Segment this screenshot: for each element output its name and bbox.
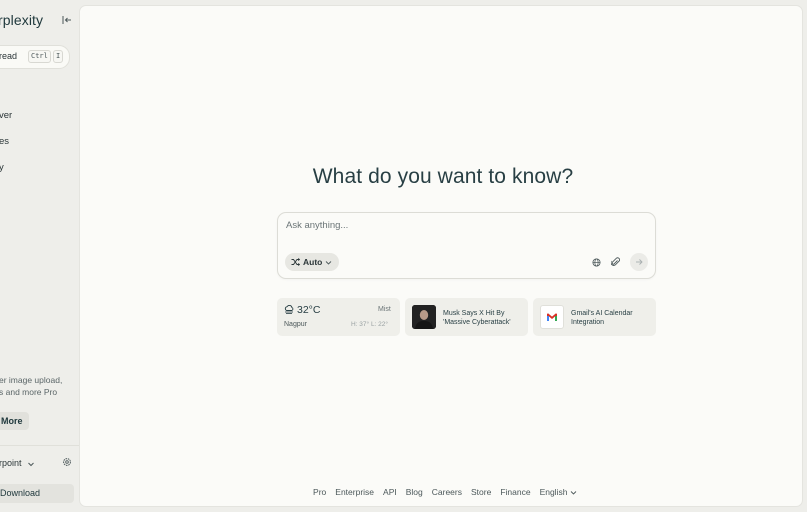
footer-link-pro[interactable]: Pro (313, 487, 326, 497)
upgrade-promo-line1: er image upload, (0, 375, 63, 385)
news-title: Musk Says X Hit By 'Massive Cyberattack' (443, 310, 511, 326)
news-thumbnail (412, 305, 436, 329)
learn-more-label: More (1, 416, 23, 426)
shortcut-i-key: I (53, 50, 64, 63)
footer-link-store[interactable]: Store (471, 487, 491, 497)
weather-temperature: 32°C (297, 304, 321, 316)
new-thread-label: read (0, 51, 18, 61)
sidebar-item-discover[interactable]: ver (0, 110, 12, 121)
gmail-icon (540, 305, 564, 329)
chevron-down-icon (325, 261, 332, 265)
shuffle-icon (291, 258, 300, 266)
language-selector[interactable]: English (540, 487, 578, 497)
chevron-down-icon[interactable] (27, 460, 35, 468)
language-label: English (539, 487, 568, 497)
chevron-down-icon (571, 490, 577, 495)
footer-link-finance[interactable]: Finance (500, 487, 530, 497)
footer-link-api[interactable]: API (383, 487, 397, 497)
footer-link-careers[interactable]: Careers (432, 487, 462, 497)
page-title: What do you want to know? (312, 165, 574, 188)
footer: Pro Enterprise API Blog Careers Store Fi… (0, 487, 807, 497)
shortcut-ctrl-key: Ctrl (28, 50, 51, 63)
upgrade-promo-line2: s and more Pro (0, 387, 58, 397)
weather-condition: Mist (378, 306, 391, 313)
sidebar-item-spaces[interactable]: es (0, 136, 9, 147)
sidebar-divider (0, 445, 79, 446)
sidebar (0, 0, 79, 512)
logo[interactable]: rplexity (0, 12, 43, 28)
gear-icon[interactable] (62, 457, 72, 467)
paperclip-icon[interactable] (611, 257, 620, 267)
account-name[interactable]: rpoint (0, 458, 22, 468)
weather-city: Nagpur (284, 321, 307, 328)
search-input[interactable] (286, 220, 576, 231)
search-mode-label: Auto (303, 257, 323, 267)
weather-card[interactable] (277, 298, 400, 336)
globe-icon[interactable] (592, 258, 601, 267)
weather-high-low: H: 37° L: 22° (351, 321, 388, 328)
cloud-icon (284, 305, 294, 314)
footer-link-enterprise[interactable]: Enterprise (335, 487, 374, 497)
news-title: Gmail's AI Calendar Integration (571, 310, 633, 326)
arrow-right-icon (636, 259, 643, 265)
footer-link-blog[interactable]: Blog (406, 487, 423, 497)
collapse-sidebar-icon[interactable] (61, 14, 73, 26)
